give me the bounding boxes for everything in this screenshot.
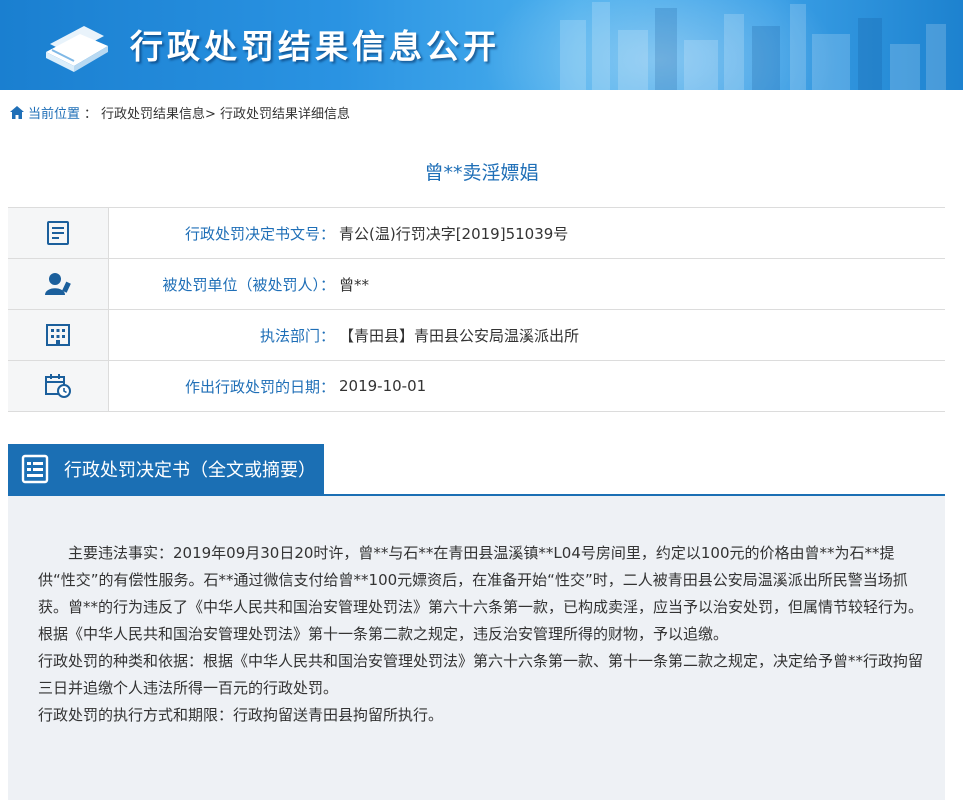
building-icon	[46, 324, 70, 346]
info-label: 执法部门：	[259, 326, 335, 345]
banner-building	[655, 8, 677, 90]
info-label: 作出行政处罚的日期：	[184, 377, 335, 396]
calendar-clock-icon	[45, 374, 71, 398]
banner-building	[684, 40, 718, 90]
person-icon	[45, 273, 71, 295]
case-title: 曾**卖淫嫖娼	[424, 162, 539, 184]
breadcrumb-item-results[interactable]: 行政处罚结果信息>	[101, 103, 216, 122]
info-value: 曾**	[339, 275, 370, 294]
section-title: 行政处罚决定书（全文或摘要）	[64, 460, 316, 481]
info-row-decision-date: 作出行政处罚的日期： 2019-10-01	[8, 361, 945, 412]
banner-title: 行政处罚结果信息公开	[130, 27, 500, 66]
info-row-enforcement-dept: 执法部门： 【青田县】青田县公安局温溪派出所	[8, 310, 945, 361]
home-icon	[10, 106, 24, 119]
paragraph-penalty-basis: 行政处罚的种类和依据：根据《中华人民共和国治安管理处罚法》第六十六条第一款、第十…	[38, 652, 924, 697]
banner-building	[790, 4, 806, 90]
info-label: 被处罚单位（被处罚人）：	[162, 275, 335, 294]
banner-building	[890, 44, 920, 90]
info-icon-cell	[8, 208, 109, 258]
page-banner: 行政处罚结果信息公开	[0, 0, 963, 90]
info-value: 【青田县】青田县公安局温溪派出所	[339, 326, 580, 345]
section-tab: 行政处罚决定书（全文或摘要）	[8, 444, 324, 494]
section-header: 行政处罚决定书（全文或摘要）	[8, 444, 945, 496]
info-row-punished-party: 被处罚单位（被处罚人）： 曾**	[8, 259, 945, 310]
info-icon-cell	[8, 361, 109, 411]
info-icon-cell	[8, 259, 109, 309]
banner-building	[752, 26, 780, 90]
banner-building	[560, 20, 586, 90]
paragraph-main-facts: 主要违法事实：2019年09月30日20时许，曾**与石**在青田县温溪镇**L…	[38, 544, 924, 643]
decision-content: 主要违法事实：2019年09月30日20时许，曾**与石**在青田县温溪镇**L…	[8, 496, 945, 800]
document-icon	[47, 221, 69, 245]
banner-building	[592, 2, 610, 90]
info-value: 2019-10-01	[339, 377, 427, 395]
breadcrumb-item-detail: 行政处罚结果详细信息	[219, 107, 350, 122]
banner-building	[926, 24, 946, 90]
info-table: 行政处罚决定书文号： 青公(温)行罚决字[2019]51039号 被处罚单位（被…	[8, 207, 945, 412]
banner-building	[724, 14, 744, 90]
banner-building	[812, 34, 850, 90]
breadcrumb-separator: ：	[84, 107, 98, 122]
banner-building	[618, 30, 648, 90]
book-icon	[46, 26, 108, 72]
paragraph-execution: 行政处罚的执行方式和期限：行政拘留送青田县拘留所执行。	[38, 706, 444, 724]
banner-building	[858, 18, 882, 90]
breadcrumb-current-label: 当前位置	[28, 107, 81, 122]
info-value: 青公(温)行罚决字[2019]51039号	[339, 224, 569, 243]
document-list-icon	[21, 454, 49, 484]
breadcrumb: 当前位置 ： 行政处罚结果信息> 行政处罚结果详细信息	[10, 103, 350, 122]
info-label: 行政处罚决定书文号：	[184, 224, 335, 243]
info-icon-cell	[8, 310, 109, 360]
info-row-decision-number: 行政处罚决定书文号： 青公(温)行罚决字[2019]51039号	[8, 208, 945, 259]
